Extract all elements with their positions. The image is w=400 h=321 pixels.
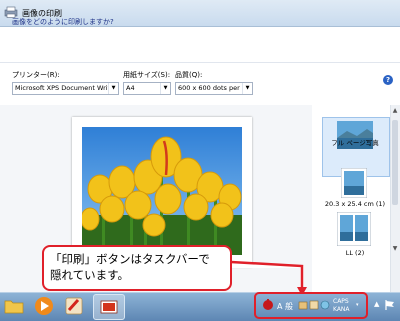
- ime-options-chevron-icon[interactable]: ▾: [356, 302, 359, 308]
- caps-indicator: CAPS: [333, 298, 349, 305]
- explorer-folder-icon[interactable]: [3, 295, 25, 317]
- quality-select[interactable]: 600 x 600 dots per ir ▼: [175, 82, 253, 95]
- callout-line-1: 「印刷」ボタンはタスクバーで: [50, 252, 210, 266]
- callout-line-2: 隠れています。: [50, 268, 130, 282]
- paper-size-label: 用紙サイズ(S):: [123, 71, 171, 79]
- taskbar-button-print-window[interactable]: [93, 294, 125, 320]
- kana-indicator: KANA: [333, 306, 350, 313]
- layout-label-full-page: フル ページ写真: [331, 139, 379, 147]
- layout-thumb-20x25[interactable]: [341, 168, 367, 198]
- scroll-down-arrow-icon[interactable]: ▼: [391, 245, 399, 253]
- scrollbar-thumb[interactable]: [392, 120, 398, 205]
- chevron-down-icon: ▼: [242, 83, 252, 94]
- quality-select-value: 600 x 600 dots per ir: [178, 84, 247, 92]
- dialog-question: 画像をどのように印刷しますか?: [12, 18, 114, 26]
- photo-viewer-icon: [100, 300, 118, 314]
- quality-label: 品質(Q):: [175, 71, 203, 79]
- ime-language-icon[interactable]: [262, 298, 274, 312]
- callout-text: 「印刷」ボタンはタスクバーで 隠れています。: [50, 251, 230, 283]
- paper-size-select[interactable]: A4 ▼: [123, 82, 171, 95]
- ime-tools-icon[interactable]: [320, 300, 330, 310]
- tulip-photo: [82, 127, 242, 255]
- chevron-down-icon: ▼: [108, 83, 118, 94]
- help-icon[interactable]: ?: [383, 75, 393, 85]
- printer-select-value: Microsoft XPS Document Writ: [15, 84, 111, 92]
- ime-mode-indicator[interactable]: A 般: [277, 301, 293, 312]
- media-player-icon[interactable]: [33, 295, 55, 317]
- ime-pad-icon[interactable]: [298, 300, 308, 310]
- printer-select[interactable]: Microsoft XPS Document Writ ▼: [12, 82, 119, 95]
- show-hidden-icons-chevron-icon[interactable]: ▲: [374, 300, 379, 308]
- header-divider: [0, 62, 400, 63]
- ime-dictionary-icon[interactable]: [309, 300, 319, 310]
- action-center-flag-icon[interactable]: [384, 299, 396, 311]
- layout-label-20x25: 20.3 x 25.4 cm (1): [324, 200, 386, 208]
- layout-thumb-ll[interactable]: [337, 212, 371, 246]
- chevron-down-icon: ▼: [160, 83, 170, 94]
- scroll-up-arrow-icon[interactable]: ▲: [391, 107, 399, 115]
- layout-label-ll: LL (2): [345, 249, 365, 257]
- printer-label: プリンター(R):: [12, 71, 60, 79]
- paint-app-icon[interactable]: [63, 295, 85, 317]
- paper-size-select-value: A4: [126, 84, 135, 92]
